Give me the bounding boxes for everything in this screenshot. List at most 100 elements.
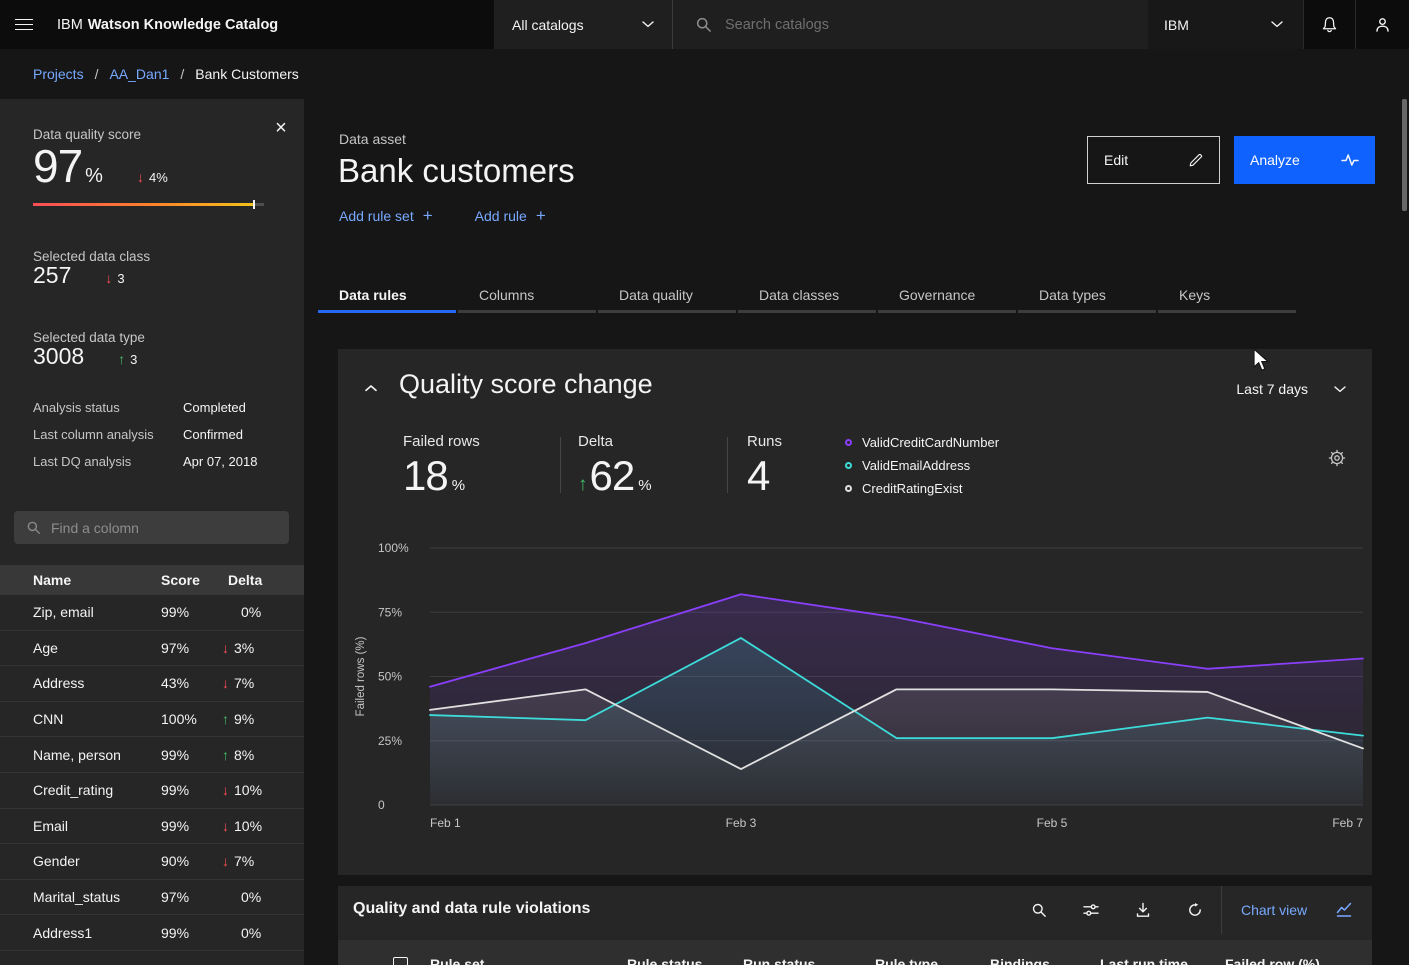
delta-value: 0% — [241, 889, 261, 905]
table-row[interactable]: CNN100%↑9% — [0, 702, 304, 738]
user-icon — [1374, 16, 1391, 33]
delta-value: 10% — [234, 782, 262, 798]
collapse-section-button[interactable] — [358, 375, 384, 401]
column-delta: ↓3% — [222, 640, 254, 656]
meta-row: Analysis status Completed — [33, 400, 257, 415]
tab-data-rules[interactable]: Data rules — [318, 280, 456, 313]
table-row[interactable]: Name, person99%↑8% — [0, 737, 304, 773]
table-row[interactable]: Zip, email99%0% — [0, 595, 304, 631]
tab-data-types[interactable]: Data types — [1018, 280, 1156, 313]
chart-view-toggle[interactable]: Chart view — [1221, 886, 1372, 934]
legend-item[interactable]: ValidEmailAddress — [845, 458, 999, 473]
quality-score-card: Quality score change Last 7 days Failed … — [338, 349, 1372, 875]
breadcrumb-project[interactable]: AA_Dan1 — [109, 66, 169, 82]
table-row[interactable]: Address199%0% — [0, 915, 304, 951]
stat-unit: % — [452, 477, 465, 494]
table-row[interactable]: Marital_status97%0% — [0, 880, 304, 916]
legend-item[interactable]: CreditRatingExist — [845, 481, 999, 496]
violations-title: Quality and data rule violations — [353, 900, 590, 918]
filter-settings-button[interactable] — [1065, 886, 1117, 934]
svg-text:Failed rows (%): Failed rows (%) — [355, 636, 367, 716]
tab-data-quality[interactable]: Data quality — [598, 280, 736, 313]
column-score: 99% — [161, 747, 222, 763]
legend-item[interactable]: ValidCreditCardNumber — [845, 435, 999, 450]
column-search-input[interactable] — [51, 520, 277, 536]
svg-text:0: 0 — [378, 798, 385, 812]
delta-down-icon: ↓ — [222, 853, 229, 869]
download-icon — [1135, 902, 1151, 918]
data-class-metric: 257 ↓ 3 — [33, 262, 125, 289]
violations-card: Quality and data rule violations Chart v… — [338, 886, 1372, 965]
add-rule-button[interactable]: Add rule + — [475, 207, 546, 224]
search-icon — [1031, 902, 1047, 918]
column-score: 100% — [161, 711, 222, 727]
add-rule-label: Add rule — [475, 208, 527, 224]
delta-value: 8% — [234, 747, 254, 763]
table-row[interactable]: Email99%↓10% — [0, 809, 304, 845]
chevron-down-icon — [1271, 21, 1283, 28]
pencil-icon — [1189, 153, 1203, 167]
data-type-value: 3008 — [33, 343, 84, 370]
legend-label: ValidEmailAddress — [862, 458, 970, 473]
notifications-button[interactable] — [1303, 0, 1355, 49]
table-row[interactable]: Address43%↓7% — [0, 666, 304, 702]
tab-governance[interactable]: Governance — [878, 280, 1016, 313]
catalog-search-input[interactable] — [725, 17, 1115, 33]
breadcrumb-projects[interactable]: Projects — [33, 66, 84, 82]
table-search-button[interactable] — [1013, 886, 1065, 934]
close-sidebar-button[interactable]: × — [266, 113, 296, 143]
chevron-down-icon — [642, 21, 654, 28]
column-name: Address — [0, 675, 161, 691]
add-rule-set-button[interactable]: Add rule set + — [339, 207, 433, 224]
account-dropdown[interactable]: IBM — [1148, 0, 1303, 49]
meta-label: Last DQ analysis — [33, 454, 183, 469]
stat-label: Runs — [747, 433, 782, 450]
tab-columns[interactable]: Columns — [458, 280, 596, 313]
stat-value: 18 — [403, 452, 448, 500]
score-unit: % — [85, 165, 103, 188]
column-delta: 0% — [222, 604, 261, 620]
search-icon — [695, 16, 712, 33]
column-header: Failed row (%) — [1225, 956, 1372, 965]
column-delta: ↓7% — [222, 853, 254, 869]
column-header: Bindings — [990, 956, 1100, 965]
analyze-button[interactable]: Analyze — [1234, 136, 1375, 184]
time-range-dropdown[interactable]: Last 7 days — [1236, 381, 1346, 397]
chart-settings-button[interactable] — [1324, 445, 1350, 471]
chart-legend: ValidCreditCardNumber ValidEmailAddress Cr… — [845, 435, 999, 496]
download-button[interactable] — [1117, 886, 1169, 934]
table-row[interactable]: Age97%↓3% — [0, 631, 304, 667]
stat-value: 62 — [590, 452, 635, 500]
account-dropdown-label: IBM — [1164, 17, 1189, 33]
svg-text:Feb 7: Feb 7 — [1332, 816, 1363, 830]
delta-up-icon: ↑ — [578, 474, 587, 496]
refresh-button[interactable] — [1169, 886, 1221, 934]
edit-button-label: Edit — [1104, 152, 1128, 168]
restart-icon — [1187, 902, 1203, 918]
select-all-checkbox[interactable] — [393, 957, 408, 965]
table-row[interactable]: Credit_rating99%↓10% — [0, 773, 304, 809]
edit-button[interactable]: Edit — [1087, 136, 1220, 184]
menu-button[interactable] — [0, 0, 48, 49]
gear-icon — [1328, 449, 1346, 467]
tab-keys[interactable]: Keys — [1158, 280, 1296, 313]
svg-text:25%: 25% — [378, 734, 402, 748]
add-links: Add rule set + Add rule + — [339, 207, 546, 224]
column-score: 99% — [161, 604, 222, 620]
table-row[interactable]: Gender90%↓7% — [0, 844, 304, 880]
profile-button[interactable] — [1355, 0, 1409, 49]
scrollbar-thumb[interactable] — [1402, 99, 1407, 211]
catalog-dropdown[interactable]: All catalogs — [494, 0, 672, 49]
delta-value: 0% — [241, 604, 261, 620]
column-header: Score — [161, 572, 222, 588]
breadcrumb-current: Bank Customers — [195, 66, 298, 82]
column-delta: ↓7% — [222, 675, 254, 691]
score-delta-value: 4% — [149, 170, 168, 185]
column-header: Last run time — [1100, 956, 1225, 965]
tab-data-classes[interactable]: Data classes — [738, 280, 876, 313]
chart-view-label: Chart view — [1241, 902, 1307, 918]
sidebar-columns-body: Zip, email99%0%Age97%↓3%Address43%↓7%CNN… — [0, 595, 304, 951]
settings-adjust-icon — [1083, 902, 1099, 918]
delta-down-icon: ↓ — [105, 270, 112, 286]
score-gradient-fill — [33, 203, 254, 206]
